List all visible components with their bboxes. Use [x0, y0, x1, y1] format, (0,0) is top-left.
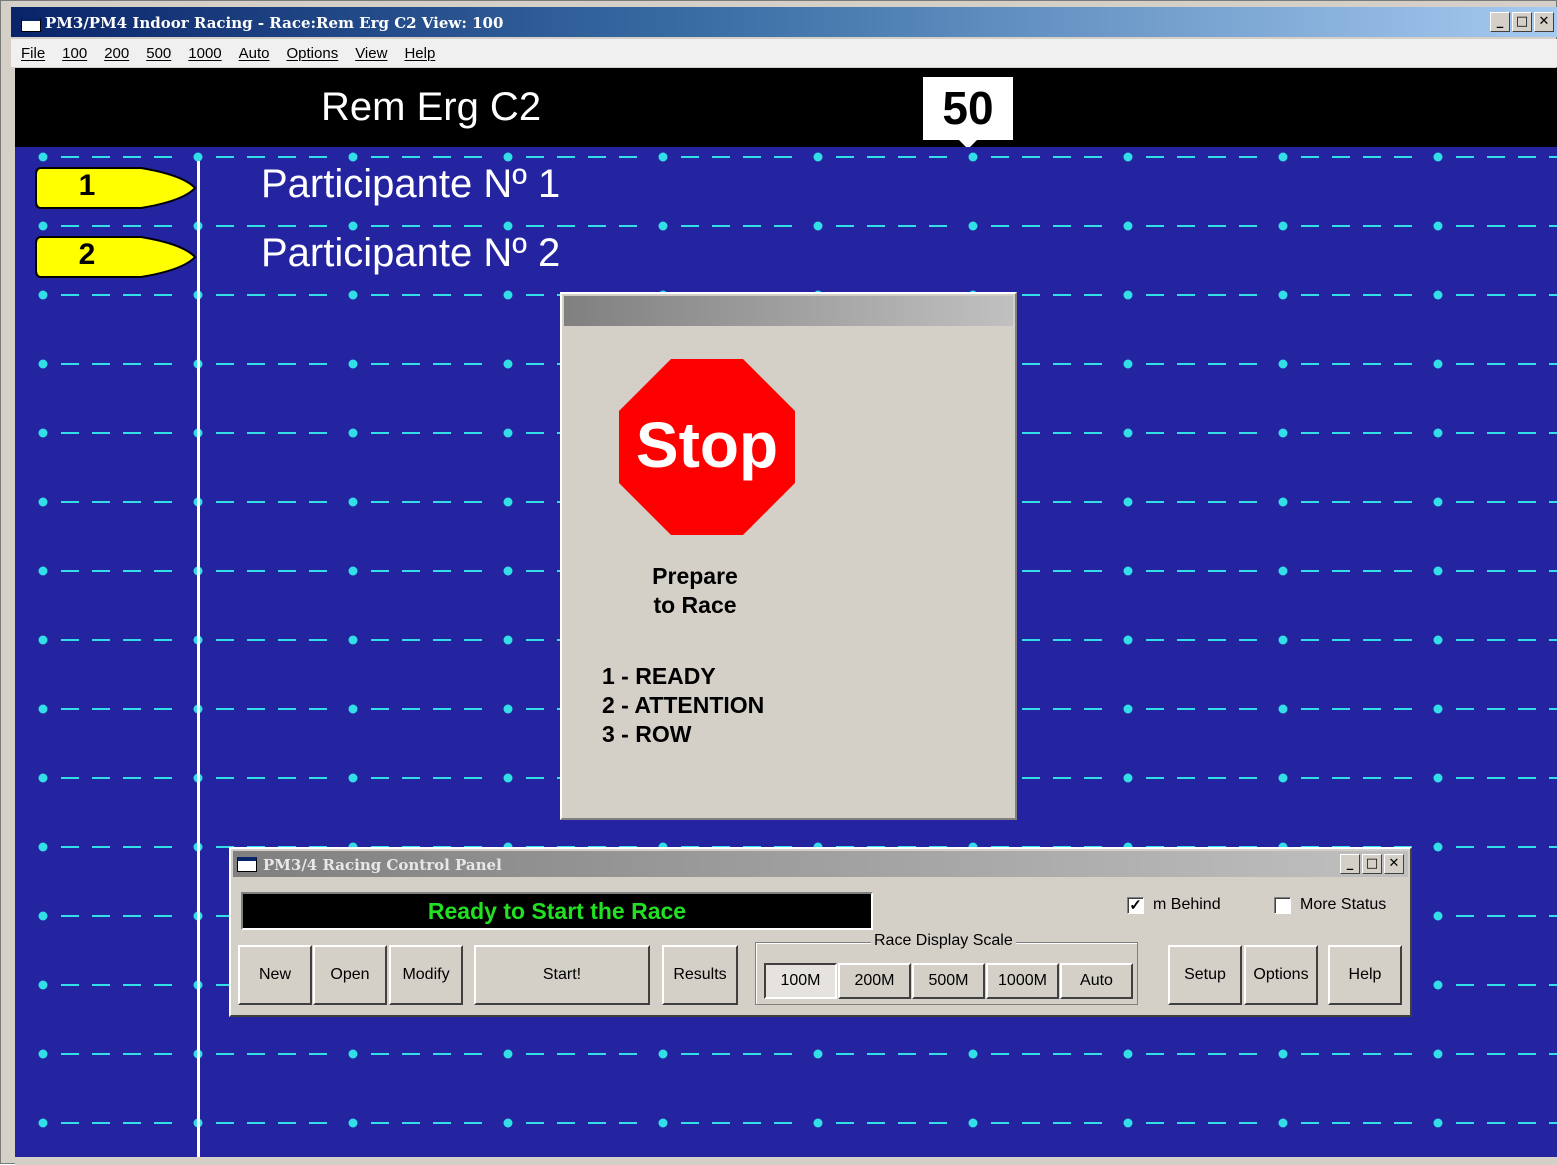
- race-display-scale-legend: Race Display Scale: [871, 932, 1016, 950]
- menu-auto[interactable]: Auto: [239, 45, 270, 62]
- window-title: PM3/PM4 Indoor Racing - Race:Rem Erg C2 …: [45, 14, 504, 32]
- window-controls: _ □ ✕: [1490, 12, 1554, 32]
- minimize-button[interactable]: _: [1340, 854, 1360, 874]
- options-button[interactable]: Options: [1244, 945, 1318, 1005]
- menu-500[interactable]: 500: [146, 45, 171, 62]
- command-row: 3 - ROW: [602, 721, 692, 747]
- control-panel-title: PM3/4 Racing Control Panel: [263, 856, 502, 874]
- scale-1000m-button[interactable]: 1000M: [986, 963, 1059, 999]
- distance-marker: 50: [923, 77, 1013, 140]
- new-button[interactable]: New: [238, 945, 312, 1005]
- open-button[interactable]: Open: [313, 945, 387, 1005]
- m-behind-checkbox[interactable]: ✓ m Behind: [1127, 896, 1221, 914]
- boat-number: 2: [78, 238, 96, 271]
- start-button[interactable]: Start!: [474, 945, 650, 1005]
- command-attention: 2 - ATTENTION: [602, 692, 765, 718]
- boat-2: 2: [35, 236, 197, 278]
- maximize-button[interactable]: □: [1512, 12, 1532, 32]
- control-panel-window-controls: _ □ ✕: [1340, 854, 1404, 874]
- boat-1: 1: [35, 167, 197, 209]
- app-icon: [237, 857, 257, 872]
- prepare-message: Prepare to Race: [622, 562, 768, 620]
- more-status-checkbox[interactable]: More Status: [1274, 896, 1386, 914]
- prepare-line-1: Prepare: [652, 563, 738, 589]
- stop-sign-text: Stop: [636, 409, 778, 481]
- race-command-list: 1 - READY 2 - ATTENTION 3 - ROW: [602, 662, 764, 749]
- boat-number: 1: [78, 169, 96, 202]
- control-panel-titlebar[interactable]: PM3/4 Racing Control Panel _ □ ✕: [233, 851, 1408, 877]
- stop-dialog: Stop Prepare to Race 1 - READY 2 - ATTEN…: [560, 292, 1017, 820]
- menu-options[interactable]: Options: [287, 45, 339, 62]
- race-header: Rem Erg C2 50: [15, 68, 1557, 149]
- race-status-display: Ready to Start the Race: [241, 892, 873, 930]
- scale-auto-button[interactable]: Auto: [1060, 963, 1133, 999]
- menu-200[interactable]: 200: [104, 45, 129, 62]
- close-button[interactable]: ✕: [1534, 12, 1554, 32]
- stop-sign-icon: Stop: [619, 359, 795, 535]
- command-ready: 1 - READY: [602, 663, 716, 689]
- prepare-line-2: to Race: [653, 592, 737, 618]
- racing-control-panel: PM3/4 Racing Control Panel _ □ ✕ Ready t…: [229, 847, 1412, 1017]
- close-button[interactable]: ✕: [1384, 854, 1404, 874]
- lane-line: [38, 152, 1557, 162]
- help-button[interactable]: Help: [1328, 945, 1402, 1005]
- race-display-scale-group: Race Display Scale 100M 200M 500M 1000M …: [755, 932, 1138, 1005]
- results-button[interactable]: Results: [662, 945, 738, 1005]
- app-icon: [21, 17, 41, 32]
- stop-dialog-titlebar[interactable]: [564, 296, 1013, 326]
- scale-200m-button[interactable]: 200M: [838, 963, 911, 999]
- checkbox-box[interactable]: [1274, 896, 1291, 914]
- lane-line: [38, 1049, 1557, 1059]
- menu-100[interactable]: 100: [62, 45, 87, 62]
- menu-file[interactable]: File: [21, 45, 45, 62]
- participant-name: Participante Nº 2: [261, 231, 561, 275]
- menu-1000[interactable]: 1000: [188, 45, 221, 62]
- checkbox-box[interactable]: ✓: [1127, 896, 1144, 914]
- menu-help[interactable]: Help: [404, 45, 435, 62]
- title-bar[interactable]: PM3/PM4 Indoor Racing - Race:Rem Erg C2 …: [11, 7, 1557, 37]
- more-status-label: More Status: [1300, 896, 1387, 913]
- start-line: [197, 161, 200, 1157]
- maximize-button[interactable]: □: [1362, 854, 1382, 874]
- modify-button[interactable]: Modify: [389, 945, 463, 1005]
- minimize-button[interactable]: _: [1490, 12, 1510, 32]
- menu-bar: File 100 200 500 1000 Auto Options View …: [11, 39, 1557, 67]
- lane-line: [38, 1118, 1557, 1128]
- race-name: Rem Erg C2: [321, 85, 542, 129]
- scale-500m-button[interactable]: 500M: [912, 963, 985, 999]
- m-behind-label: m Behind: [1153, 896, 1221, 913]
- scale-100m-button[interactable]: 100M: [764, 963, 837, 999]
- lane-line: [38, 221, 1557, 231]
- menu-view[interactable]: View: [355, 45, 387, 62]
- setup-button[interactable]: Setup: [1168, 945, 1242, 1005]
- participant-name: Participante Nº 1: [261, 162, 561, 206]
